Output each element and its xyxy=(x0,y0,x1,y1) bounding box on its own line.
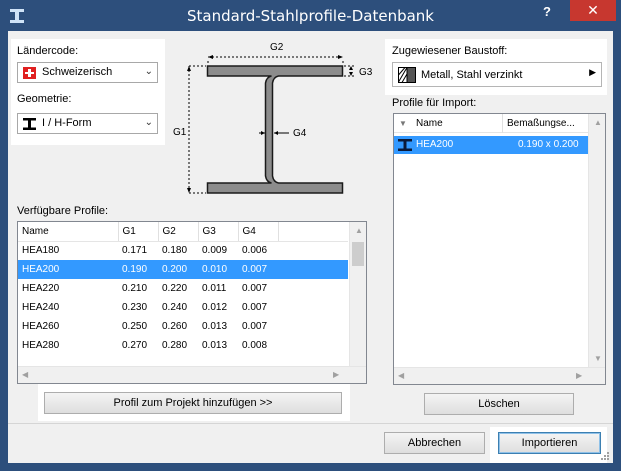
country-code-label: Ländercode: xyxy=(17,45,79,57)
material-swatch-icon xyxy=(398,67,416,83)
import-row-selected[interactable]: HEA200 0.190 x 0.200 xyxy=(394,136,589,154)
cell-g4: 0.007 xyxy=(242,321,268,332)
cell-g2: 0.240 xyxy=(162,302,188,313)
import-vertical-scrollbar[interactable]: ▲ ▼ xyxy=(588,114,605,367)
cell-g2: 0.260 xyxy=(162,321,188,332)
scroll-right-icon[interactable]: ▶ xyxy=(333,370,339,379)
swiss-flag-icon xyxy=(23,67,36,79)
geometry-label: Geometrie: xyxy=(17,93,72,105)
table-row[interactable]: HEA260 0.250 0.260 0.013 0.007 xyxy=(18,317,348,336)
import-row-dimension: 0.190 x 0.200 xyxy=(518,139,579,150)
cell-g1: 0.190 xyxy=(118,260,158,279)
sort-down-icon: ▼ xyxy=(399,119,407,128)
triangle-right-icon: ▶ xyxy=(589,67,596,77)
cell-name: HEA240 xyxy=(22,302,60,313)
cell-g2: 0.220 xyxy=(162,283,188,294)
table-row[interactable]: HEA220 0.210 0.220 0.011 0.007 xyxy=(18,279,348,298)
cell-name: HEA200 xyxy=(18,260,118,279)
window-title: Standard-Stahlprofile-Datenbank xyxy=(187,7,434,25)
title-bar[interactable]: Standard-Stahlprofile-Datenbank ? ✕ xyxy=(0,0,621,32)
cell-g2: 0.280 xyxy=(162,340,188,351)
column-header-g3[interactable]: G3 xyxy=(198,222,239,242)
country-code-select[interactable]: Schweizerisch ⌄ xyxy=(17,62,158,83)
table-row[interactable]: HEA280 0.270 0.280 0.013 0.008 xyxy=(18,336,348,355)
import-profiles-label: Profile für Import: xyxy=(392,97,477,109)
cell-g3: 0.012 xyxy=(202,302,228,313)
table-row[interactable]: HEA180 0.171 0.180 0.009 0.006 xyxy=(18,241,348,260)
available-profiles-table: Name G1 G2 G3 G4 HEA180 0.171 0.180 0.009 0.… xyxy=(18,222,348,355)
cell-g4: 0.007 xyxy=(242,302,268,313)
ibeam-icon xyxy=(23,118,36,130)
cell-name: HEA260 xyxy=(22,321,60,332)
geometry-select[interactable]: I / H-Form ⌄ xyxy=(17,113,158,134)
material-picker[interactable]: Metall, Stahl verzinkt ▶ xyxy=(392,62,602,87)
cell-g3: 0.013 xyxy=(202,340,228,351)
vertical-scrollbar[interactable]: ▲ xyxy=(349,222,366,366)
cell-g1: 0.171 xyxy=(122,245,148,257)
cell-g2: 0.200 xyxy=(158,260,198,279)
scroll-down-icon[interactable]: ▼ xyxy=(594,354,602,363)
cell-g4: 0.007 xyxy=(238,260,278,279)
import-horizontal-scrollbar[interactable]: ◀ ▶ xyxy=(394,367,605,384)
import-table-header: ▼ Name Bemaßungse... xyxy=(394,114,589,133)
g3-label: G3 xyxy=(359,67,373,78)
available-profiles-label: Verfügbare Profile: xyxy=(17,205,109,217)
import-row-name: HEA200 xyxy=(416,139,454,150)
cell-name: HEA220 xyxy=(22,283,60,294)
help-button[interactable]: ? xyxy=(532,3,562,23)
table-row[interactable]: HEA240 0.230 0.240 0.012 0.007 xyxy=(18,298,348,317)
chevron-down-icon: ⌄ xyxy=(144,66,153,77)
material-label: Zugewiesener Baustoff: xyxy=(392,45,508,57)
import-profiles-list[interactable]: ▼ Name Bemaßungse... HEA200 0.190 x 0.20… xyxy=(393,113,606,385)
dialog-client-area: Ländercode: Schweizerisch ⌄ Geometrie: I… xyxy=(8,31,613,463)
cell-g4: 0.008 xyxy=(242,340,268,351)
material-value: Metall, Stahl verzinkt xyxy=(421,69,523,81)
cell-g1: 0.270 xyxy=(122,340,148,351)
column-header-g4[interactable]: G4 xyxy=(238,222,279,242)
cell-g3: 0.009 xyxy=(202,245,228,257)
cancel-button[interactable]: Abbrechen xyxy=(384,432,485,454)
profile-diagram: G2 G1 G3 G4 xyxy=(173,42,373,194)
g2-label: G2 xyxy=(270,42,284,53)
table-header-row: Name G1 G2 G3 G4 xyxy=(18,222,348,242)
column-header-g1[interactable]: G1 xyxy=(118,222,159,242)
scroll-up-icon[interactable]: ▲ xyxy=(355,226,363,235)
delete-button[interactable]: Löschen xyxy=(424,393,574,415)
separator xyxy=(8,423,613,424)
column-header-g2[interactable]: G2 xyxy=(158,222,199,242)
cell-g3: 0.013 xyxy=(202,321,228,332)
cell-name: HEA180 xyxy=(22,245,60,257)
scroll-left-icon[interactable]: ◀ xyxy=(22,370,28,379)
dialog-window: Standard-Stahlprofile-Datenbank ? ✕ Länd… xyxy=(0,0,621,471)
cell-g2: 0.180 xyxy=(162,245,188,257)
cell-g1: 0.210 xyxy=(122,283,148,294)
horizontal-scrollbar[interactable]: ◀ ▶ xyxy=(18,366,366,383)
available-profiles-list[interactable]: Name G1 G2 G3 G4 HEA180 0.171 0.180 0.009 0.… xyxy=(17,221,367,384)
country-code-value: Schweizerisch xyxy=(42,66,113,78)
add-profile-button[interactable]: Profil zum Projekt hinzufügen >> xyxy=(44,392,342,414)
cell-g4: 0.007 xyxy=(242,283,268,294)
import-column-dimension[interactable]: Bemaßungse... xyxy=(507,118,575,129)
cell-g4: 0.006 xyxy=(242,245,268,257)
ibeam-icon xyxy=(398,139,412,151)
scrollbar-thumb[interactable] xyxy=(352,242,364,266)
cell-name: HEA280 xyxy=(22,340,60,351)
import-button[interactable]: Importieren xyxy=(498,432,601,454)
g4-label: G4 xyxy=(293,128,307,139)
import-column-name[interactable]: Name xyxy=(416,118,443,129)
cell-g1: 0.250 xyxy=(122,321,148,332)
cell-g3: 0.010 xyxy=(198,260,238,279)
chevron-down-icon: ⌄ xyxy=(144,117,153,128)
close-button[interactable]: ✕ xyxy=(570,0,616,21)
resize-grip-icon[interactable] xyxy=(600,451,610,461)
column-header-name[interactable]: Name xyxy=(18,222,119,242)
scroll-right-icon[interactable]: ▶ xyxy=(576,371,582,380)
table-row-selected[interactable]: HEA200 0.190 0.200 0.010 0.007 xyxy=(18,260,348,279)
g1-label: G1 xyxy=(173,127,187,138)
scroll-up-icon[interactable]: ▲ xyxy=(594,118,602,127)
geometry-value: I / H-Form xyxy=(42,117,92,129)
cell-g1: 0.230 xyxy=(122,302,148,313)
cell-g3: 0.011 xyxy=(202,283,227,294)
scroll-left-icon[interactable]: ◀ xyxy=(398,371,404,380)
